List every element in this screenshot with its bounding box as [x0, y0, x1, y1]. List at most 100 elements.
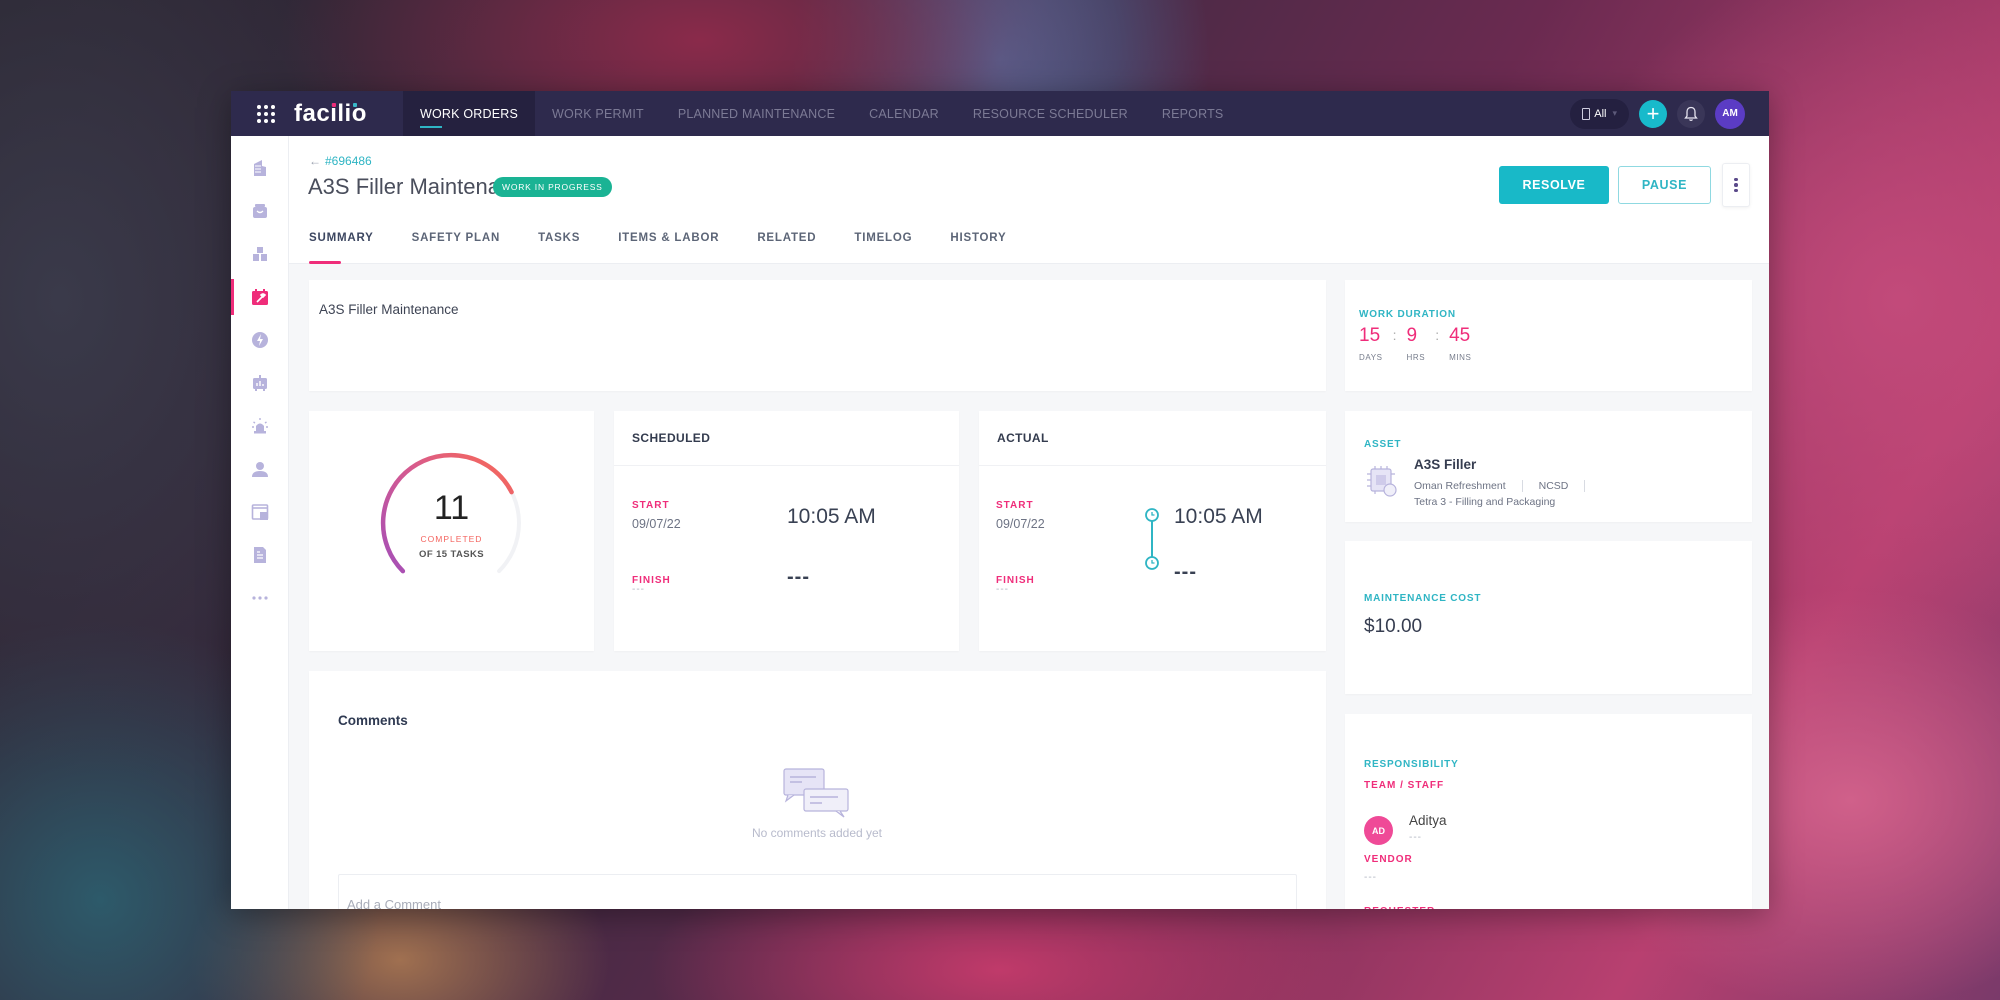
- comment-input[interactable]: [338, 874, 1297, 909]
- tasks-progress-ring: [380, 452, 521, 574]
- maintenance-cost-label: MAINTENANCE COST: [1364, 593, 1482, 604]
- work-order-calendar-icon: [252, 289, 268, 305]
- duration-hours-label: HRS: [1406, 353, 1426, 362]
- staff-name[interactable]: Aditya: [1409, 813, 1447, 828]
- tab-related[interactable]: RELATED: [757, 226, 816, 264]
- site-selector[interactable]: All ▾: [1570, 98, 1629, 129]
- work-duration-card: WORK DURATION 15 DAYS : 9 HRS : 45 MINS: [1345, 280, 1752, 391]
- sidebar-item-inventory[interactable]: [231, 234, 289, 274]
- nav-calendar[interactable]: CALENDAR: [852, 91, 956, 136]
- nav-resource-scheduler[interactable]: RESOURCE SCHEDULER: [956, 91, 1145, 136]
- sidebar-item-budget[interactable]: [231, 535, 289, 575]
- actual-finish-time: ---: [1174, 561, 1197, 583]
- tab-items-labor[interactable]: ITEMS & LABOR: [618, 226, 719, 264]
- more-actions-button[interactable]: [1722, 163, 1750, 207]
- tasks-total-label: OF 15 TASKS: [419, 549, 484, 560]
- duration-separator: :: [1435, 327, 1440, 343]
- sidebar-item-alarms[interactable]: [231, 406, 289, 446]
- plus-icon: +: [1646, 100, 1660, 126]
- work-duration-value: 15 DAYS : 9 HRS : 45 MINS: [1359, 325, 1471, 362]
- duration-days-label: DAYS: [1359, 353, 1383, 362]
- sidebar-item-energy[interactable]: [231, 320, 289, 360]
- scheduled-start-label: START: [632, 500, 670, 511]
- timeline-connector: [1145, 508, 1159, 570]
- tab-summary[interactable]: SUMMARY: [309, 226, 374, 264]
- notifications-button[interactable]: [1677, 99, 1705, 128]
- tab-timelog[interactable]: TIMELOG: [854, 226, 912, 264]
- resolve-button[interactable]: RESOLVE: [1499, 166, 1609, 204]
- pause-button[interactable]: PAUSE: [1618, 166, 1711, 204]
- scheduled-title: SCHEDULED: [614, 411, 959, 466]
- work-order-header: ← #696486 A3S Filler Maintenance WORK IN …: [289, 136, 1769, 264]
- tab-bar: SUMMARY SAFETY PLAN TASKS ITEMS & LABOR …: [309, 226, 1044, 264]
- scheduled-finish-date: ---: [632, 584, 645, 595]
- tab-tasks[interactable]: TASKS: [538, 226, 580, 264]
- duration-hours: 9: [1406, 325, 1418, 346]
- tab-history[interactable]: HISTORY: [950, 226, 1006, 264]
- boxes-icon: [253, 247, 267, 261]
- duration-mins-label: MINS: [1449, 353, 1472, 362]
- duration-separator: :: [1392, 327, 1397, 343]
- nav-work-orders[interactable]: WORK ORDERS: [403, 91, 536, 136]
- nav-reports[interactable]: REPORTS: [1145, 91, 1241, 136]
- tab-safety-plan[interactable]: SAFETY PLAN: [412, 226, 500, 264]
- portal-icon: [251, 504, 269, 520]
- asset-location: Oman Refreshment NCSD: [1414, 480, 1601, 492]
- scheduled-card: SCHEDULED START 09/07/22 10:05 AM FINISH…: [614, 411, 959, 651]
- asset-building: NCSD: [1538, 480, 1569, 492]
- no-comments-text: No comments added yet: [751, 826, 883, 840]
- asset-site: Oman Refreshment: [1414, 480, 1506, 492]
- alarm-icon: [252, 418, 268, 434]
- sidebar-item-maintenance[interactable]: [231, 277, 289, 317]
- work-duration-label: WORK DURATION: [1359, 309, 1456, 320]
- comments-card: Comments No comments added yet: [309, 671, 1326, 909]
- actual-title: ACTUAL: [979, 411, 1326, 466]
- sidebar-item-workplace[interactable]: [231, 191, 289, 231]
- vendor-value: ---: [1364, 872, 1377, 883]
- scheduled-start-time: 10:05 AM: [787, 505, 876, 528]
- sidebar-item-analytics[interactable]: [231, 363, 289, 403]
- sidebar-item-portfolio[interactable]: [231, 148, 289, 188]
- nav-work-permit[interactable]: WORK PERMIT: [535, 91, 661, 136]
- building-icon: [254, 160, 266, 176]
- asset-space: Tetra 3 - Filling and Packaging: [1414, 496, 1556, 508]
- people-icon: [252, 462, 268, 477]
- sidebar-item-more[interactable]: [231, 578, 289, 618]
- sidebar-item-people[interactable]: [231, 449, 289, 489]
- sidebar-item-portal[interactable]: [231, 492, 289, 532]
- app-switcher-icon[interactable]: [257, 104, 277, 124]
- invoice-icon: [254, 547, 266, 563]
- inbox-icon: [253, 204, 267, 218]
- tasks-progress-card[interactable]: 11 COMPLETED OF 15 TASKS: [309, 411, 594, 651]
- actual-start-time: 10:05 AM: [1174, 505, 1263, 528]
- description-card: A3S Filler Maintenance: [309, 280, 1326, 391]
- building-icon: [1582, 107, 1591, 120]
- nav-planned-maintenance[interactable]: PLANNED MAINTENANCE: [661, 91, 852, 136]
- team-staff-label: TEAM / STAFF: [1364, 780, 1445, 791]
- topbar-actions: All ▾ + AM: [1570, 98, 1745, 129]
- clock-icon: [1145, 556, 1159, 570]
- tasks-completed-count: 11: [433, 489, 470, 527]
- tasks-completed-label: COMPLETED: [420, 534, 483, 544]
- more-icon: [252, 596, 268, 600]
- energy-icon: [252, 332, 268, 348]
- vendor-label: VENDOR: [1364, 854, 1413, 865]
- responsibility-card: RESPONSIBILITY TEAM / STAFF AD Aditya --…: [1345, 714, 1752, 909]
- responsibility-label: RESPONSIBILITY: [1364, 759, 1459, 770]
- chat-bubbles-icon: [783, 768, 849, 818]
- actual-finish-date: ---: [996, 584, 1009, 595]
- left-sidebar: [231, 136, 289, 909]
- work-order-id: #696486: [325, 154, 372, 168]
- user-avatar[interactable]: AM: [1715, 98, 1745, 129]
- facilio-logo[interactable]: facilio: [294, 100, 386, 128]
- add-button[interactable]: +: [1639, 99, 1667, 128]
- arrow-left-icon: ←: [309, 154, 321, 168]
- duration-days: 15: [1359, 325, 1381, 346]
- maintenance-cost-value: $10.00: [1364, 616, 1423, 637]
- description-text: A3S Filler Maintenance: [319, 302, 459, 317]
- back-link[interactable]: ← #696486: [309, 154, 372, 168]
- bell-icon: [1684, 106, 1698, 121]
- actual-start-label: START: [996, 500, 1034, 511]
- clock-icon: [1145, 508, 1159, 522]
- asset-name[interactable]: A3S Filler: [1414, 457, 1476, 472]
